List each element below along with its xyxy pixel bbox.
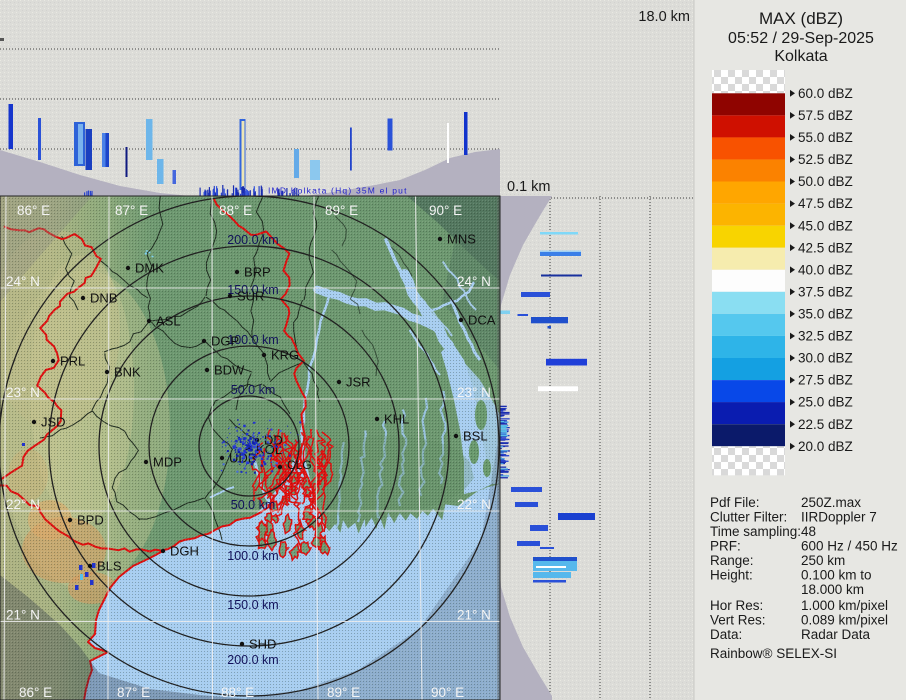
svg-text:IIRDoppler 7: IIRDoppler 7 bbox=[801, 510, 877, 525]
svg-text:250 km: 250 km bbox=[801, 553, 845, 568]
svg-text:PRF:: PRF: bbox=[710, 539, 741, 554]
svg-text:DGH: DGH bbox=[170, 544, 199, 559]
svg-text:88° E: 88° E bbox=[221, 685, 254, 700]
svg-text:Data:: Data: bbox=[710, 627, 742, 642]
svg-text:150.0 km: 150.0 km bbox=[227, 598, 278, 612]
svg-text:48: 48 bbox=[801, 524, 816, 539]
svg-text:SHD: SHD bbox=[249, 637, 276, 652]
svg-text:DMK: DMK bbox=[135, 261, 164, 276]
svg-text:87° E: 87° E bbox=[117, 685, 150, 700]
svg-text:SUR: SUR bbox=[237, 289, 264, 304]
svg-text:22.5 dBZ: 22.5 dBZ bbox=[798, 417, 853, 432]
svg-text:18.000 km: 18.000 km bbox=[801, 582, 864, 597]
svg-text:22° N: 22° N bbox=[457, 497, 491, 512]
svg-text:50.0 km: 50.0 km bbox=[231, 498, 275, 512]
svg-text:BLS: BLS bbox=[97, 559, 122, 574]
svg-text:90° E: 90° E bbox=[431, 685, 464, 700]
svg-text:25.0 dBZ: 25.0 dBZ bbox=[798, 395, 853, 410]
svg-text:35.0 dBZ: 35.0 dBZ bbox=[798, 307, 853, 322]
svg-text:22° N: 22° N bbox=[6, 497, 40, 512]
svg-text:DGP: DGP bbox=[211, 334, 239, 349]
svg-text:30.0 dBZ: 30.0 dBZ bbox=[798, 351, 853, 366]
svg-text:Range:: Range: bbox=[710, 553, 754, 568]
svg-text:200.0 km: 200.0 km bbox=[227, 233, 278, 247]
svg-text:200.0 km: 200.0 km bbox=[227, 653, 278, 667]
svg-text:87° E: 87° E bbox=[115, 203, 148, 218]
svg-text:Kolkata: Kolkata bbox=[774, 48, 827, 65]
svg-text:0.100 km to: 0.100 km to bbox=[801, 568, 872, 583]
svg-text:JSR: JSR bbox=[346, 375, 371, 390]
svg-text:27.5 dBZ: 27.5 dBZ bbox=[798, 373, 853, 388]
svg-text:32.5 dBZ: 32.5 dBZ bbox=[798, 329, 853, 344]
svg-text:Height:: Height: bbox=[710, 568, 753, 583]
svg-text:23° N: 23° N bbox=[457, 385, 491, 400]
svg-text:250Z.max: 250Z.max bbox=[801, 495, 861, 510]
svg-text:20.0 dBZ: 20.0 dBZ bbox=[798, 439, 853, 454]
svg-text:BNK: BNK bbox=[114, 365, 141, 380]
svg-text:52.5 dBZ: 52.5 dBZ bbox=[798, 152, 853, 167]
svg-text:0.089 km/pixel: 0.089 km/pixel bbox=[801, 613, 888, 628]
svg-text:BSL: BSL bbox=[463, 429, 488, 444]
svg-text:PRL: PRL bbox=[60, 354, 85, 369]
svg-text:89° E: 89° E bbox=[327, 685, 360, 700]
svg-text:45.0 dBZ: 45.0 dBZ bbox=[798, 218, 853, 233]
svg-text:JSD: JSD bbox=[41, 415, 66, 430]
svg-text:57.5 dBZ: 57.5 dBZ bbox=[798, 108, 853, 123]
svg-text:50.0 km: 50.0 km bbox=[231, 383, 275, 397]
svg-text:DCA: DCA bbox=[468, 313, 496, 328]
svg-text:MAX (dBZ): MAX (dBZ) bbox=[759, 9, 843, 28]
svg-text:Pdf File:: Pdf File: bbox=[710, 495, 760, 510]
svg-text:24° N: 24° N bbox=[6, 274, 40, 289]
svg-text:Radar Data: Radar Data bbox=[801, 627, 871, 642]
svg-text:KRG: KRG bbox=[271, 348, 299, 363]
svg-text:MDP: MDP bbox=[153, 455, 182, 470]
svg-text:47.5 dBZ: 47.5 dBZ bbox=[798, 196, 853, 211]
svg-text:86° E: 86° E bbox=[19, 685, 52, 700]
svg-text:CLG: CLG bbox=[287, 458, 312, 472]
svg-text:86° E: 86° E bbox=[17, 203, 50, 218]
svg-text:BRP: BRP bbox=[244, 265, 271, 280]
svg-text:21° N: 21° N bbox=[6, 608, 40, 623]
svg-text:Clutter Filter:: Clutter Filter: bbox=[710, 510, 787, 525]
svg-text:Rainbow® SELEX-SI: Rainbow® SELEX-SI bbox=[710, 646, 837, 661]
svg-text:Time sampling:: Time sampling: bbox=[710, 524, 801, 539]
svg-text:50.0 dBZ: 50.0 dBZ bbox=[798, 174, 853, 189]
svg-text:18.0 km: 18.0 km bbox=[638, 9, 690, 25]
svg-text:90° E: 90° E bbox=[429, 203, 462, 218]
svg-text:24° N: 24° N bbox=[457, 274, 491, 289]
svg-text:BPD: BPD bbox=[77, 513, 104, 528]
svg-text:05:52 / 29-Sep-2025: 05:52 / 29-Sep-2025 bbox=[728, 30, 874, 47]
svg-text:Vert Res:: Vert Res: bbox=[710, 613, 766, 628]
svg-text:42.5 dBZ: 42.5 dBZ bbox=[798, 240, 853, 255]
svg-text:IMD Kolkata (Hq) 35M el put: IMD Kolkata (Hq) 35M el put bbox=[268, 186, 408, 196]
svg-text:100.0 km: 100.0 km bbox=[227, 549, 278, 563]
svg-text:60.0 dBZ: 60.0 dBZ bbox=[798, 86, 853, 101]
svg-text:1.000 km/pixel: 1.000 km/pixel bbox=[801, 598, 888, 613]
svg-text:KHL: KHL bbox=[384, 412, 409, 427]
svg-text:Hor Res:: Hor Res: bbox=[710, 598, 763, 613]
svg-text:ASL: ASL bbox=[156, 314, 181, 329]
svg-text:21° N: 21° N bbox=[457, 608, 491, 623]
svg-text:55.0 dBZ: 55.0 dBZ bbox=[798, 130, 853, 145]
svg-text:600 Hz / 450 Hz: 600 Hz / 450 Hz bbox=[801, 539, 898, 554]
svg-text:0.1 km: 0.1 km bbox=[507, 179, 551, 195]
svg-text:40.0 dBZ: 40.0 dBZ bbox=[798, 262, 853, 277]
svg-text:MNS: MNS bbox=[447, 232, 476, 247]
svg-text:DNB: DNB bbox=[90, 291, 117, 306]
svg-text:BDW: BDW bbox=[214, 363, 245, 378]
svg-text:37.5 dBZ: 37.5 dBZ bbox=[798, 284, 853, 299]
svg-text:89° E: 89° E bbox=[325, 203, 358, 218]
svg-text:23° N: 23° N bbox=[6, 385, 40, 400]
svg-text:88° E: 88° E bbox=[219, 203, 252, 218]
